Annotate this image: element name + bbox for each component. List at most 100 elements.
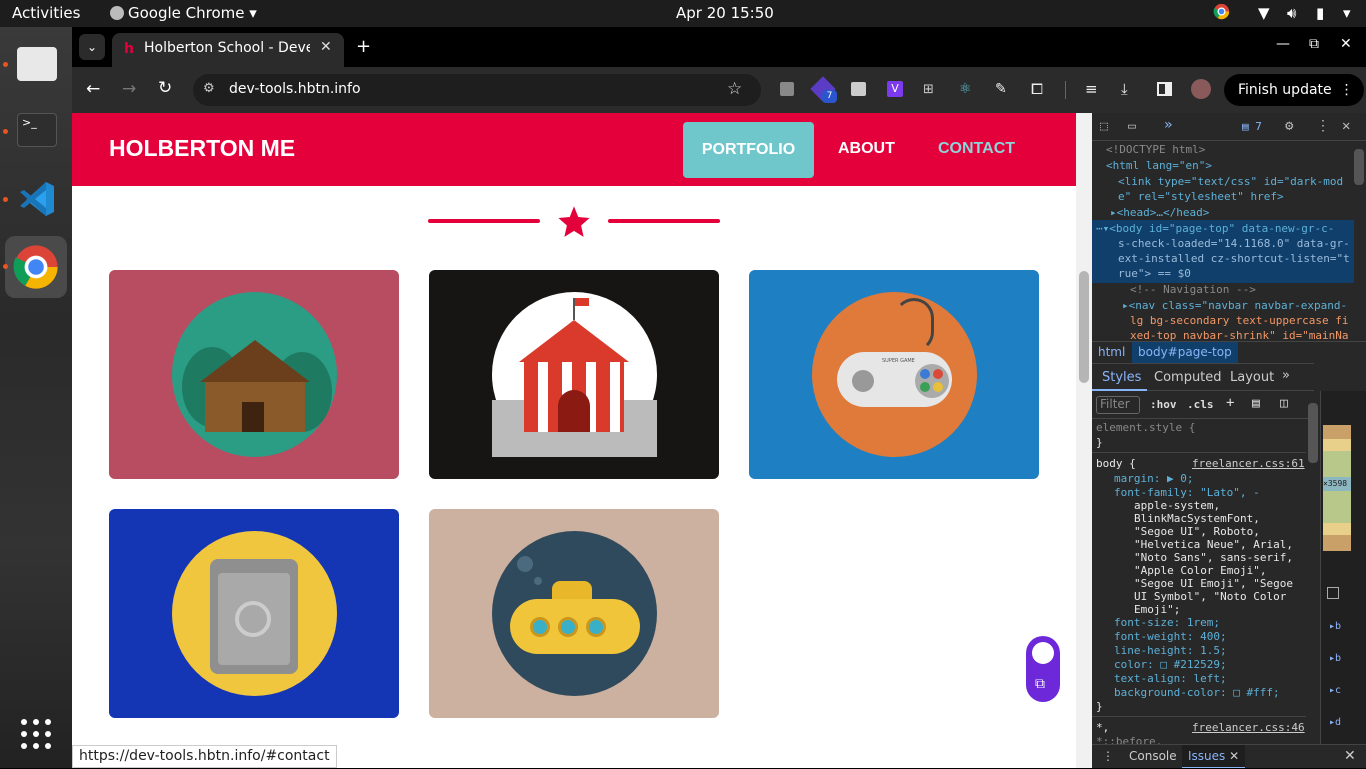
nav-about[interactable]: ABOUT bbox=[838, 140, 895, 158]
tab-search-button[interactable]: ⌄ bbox=[79, 34, 105, 60]
paint-icon[interactable]: ▤ bbox=[1252, 396, 1260, 411]
portfolio-item-safe[interactable] bbox=[109, 509, 399, 718]
volume-icon[interactable]: 🔊︎ bbox=[1287, 4, 1296, 22]
portfolio-item-controller[interactable]: SUPER GAME bbox=[749, 270, 1039, 479]
nav-portfolio[interactable]: PORTFOLIO bbox=[683, 122, 814, 178]
hov-toggle[interactable]: :hov bbox=[1150, 398, 1177, 411]
minimize-button[interactable]: — bbox=[1276, 36, 1290, 52]
address-bar[interactable]: ⚙ dev-tools.hbtn.info ☆ bbox=[193, 74, 761, 106]
eyedropper-icon[interactable]: ✎ bbox=[995, 81, 1007, 97]
settings-gear-icon[interactable]: ⚙ bbox=[1285, 118, 1293, 134]
tab-close-icon[interactable]: ✕ bbox=[320, 39, 332, 55]
tab-layout[interactable]: Layout bbox=[1230, 370, 1274, 385]
back-button[interactable]: ← bbox=[86, 79, 100, 99]
inspect-element-icon[interactable]: ⬚ bbox=[1100, 119, 1108, 134]
extension-v-icon[interactable]: V bbox=[887, 81, 903, 97]
maximize-button[interactable]: ⧉ bbox=[1309, 36, 1319, 52]
media-controls-icon[interactable]: ≡ bbox=[1085, 80, 1098, 98]
comment-node[interactable]: <!-- Navigation --> bbox=[1130, 283, 1256, 296]
close-drawer-icon[interactable]: ✕ bbox=[1344, 748, 1356, 764]
tab-holberton[interactable]: h Holberton School - Devel ✕ bbox=[112, 33, 344, 67]
decl-background-color[interactable]: background-color: □ #fff; bbox=[1114, 686, 1280, 699]
close-window-button[interactable]: ✕ bbox=[1340, 36, 1352, 52]
nav-node[interactable]: ▸<nav class="navbar navbar-expand- bbox=[1122, 299, 1347, 312]
crumb-body[interactable]: body#page-top bbox=[1132, 342, 1238, 364]
tab-styles[interactable]: Styles bbox=[1102, 370, 1141, 385]
decl-line-height[interactable]: line-height: 1.5; bbox=[1114, 644, 1227, 657]
chrome-tray-icon[interactable] bbox=[1213, 3, 1230, 24]
body-rule-selector[interactable]: body { bbox=[1096, 457, 1136, 470]
terminal-app-icon[interactable]: >_ bbox=[5, 99, 67, 161]
close-tab-icon[interactable]: ✕ bbox=[1229, 749, 1239, 763]
devtools-menu-icon[interactable]: ⋮ bbox=[1316, 118, 1330, 134]
show-apps-button[interactable] bbox=[5, 707, 67, 769]
computed-item[interactable]: ▸b bbox=[1329, 653, 1341, 664]
decl-font-family[interactable]: font-family: "Lato", - bbox=[1114, 486, 1260, 499]
site-info-icon[interactable]: ⚙ bbox=[203, 81, 215, 96]
decl-text-align[interactable]: text-align: left; bbox=[1114, 672, 1227, 685]
computed-item[interactable]: ▸c bbox=[1329, 685, 1341, 696]
new-tab-button[interactable]: + bbox=[356, 36, 371, 57]
page-scrollbar-thumb[interactable] bbox=[1079, 271, 1089, 383]
crumb-html[interactable]: html bbox=[1098, 345, 1125, 359]
source-link[interactable]: freelancer.css:46 bbox=[1192, 721, 1305, 734]
device-toolbar-icon[interactable]: ▭ bbox=[1128, 119, 1136, 134]
computed-item[interactable]: ▸b bbox=[1329, 621, 1341, 632]
more-panels-icon[interactable]: » bbox=[1164, 117, 1172, 133]
profile-avatar[interactable] bbox=[1191, 79, 1211, 99]
extension-icon[interactable]: ⊞ bbox=[923, 82, 934, 97]
side-panel-icon[interactable] bbox=[1157, 82, 1172, 96]
react-devtools-icon[interactable]: ⚛ bbox=[959, 81, 972, 97]
clock[interactable]: Apr 20 15:50 bbox=[676, 4, 774, 22]
cls-toggle[interactable]: .cls bbox=[1187, 398, 1214, 411]
forward-button[interactable]: → bbox=[122, 79, 136, 99]
link-node[interactable]: <link type="text/css" id="dark-mod bbox=[1118, 175, 1343, 188]
battery-icon[interactable]: ▮ bbox=[1316, 4, 1324, 22]
tab-computed[interactable]: Computed bbox=[1154, 370, 1222, 385]
assistant-chart-icon[interactable]: ⧉ bbox=[1035, 676, 1045, 692]
elements-scrollbar-thumb[interactable] bbox=[1354, 149, 1364, 185]
decl-font-weight[interactable]: font-weight: 400; bbox=[1114, 630, 1227, 643]
extensions-puzzle-icon[interactable]: ⧠ bbox=[1031, 80, 1043, 98]
new-rule-icon[interactable]: + bbox=[1226, 395, 1234, 411]
tab-console[interactable]: Console bbox=[1129, 749, 1177, 763]
nav-contact[interactable]: CONTACT bbox=[938, 140, 1015, 158]
finish-update-button[interactable]: Finish update ⋮ bbox=[1224, 74, 1364, 106]
reload-button[interactable]: ↻ bbox=[158, 78, 172, 98]
portfolio-item-submarine[interactable] bbox=[429, 509, 719, 718]
decl-color[interactable]: color: □ #212529; bbox=[1114, 658, 1227, 671]
html-node[interactable]: <html lang="en"> bbox=[1106, 159, 1212, 172]
head-node[interactable]: ▸<head>…</head> bbox=[1110, 206, 1209, 219]
extension-icon[interactable] bbox=[851, 82, 866, 96]
tab-issues[interactable]: Issues ✕ bbox=[1182, 745, 1246, 768]
extension-icon[interactable] bbox=[780, 82, 794, 96]
bookmark-star-icon[interactable]: ☆ bbox=[727, 79, 742, 99]
system-menu-icon[interactable]: ▾ bbox=[1343, 4, 1351, 22]
sidebar-toggle-icon[interactable]: ◫ bbox=[1280, 396, 1288, 411]
source-link[interactable]: freelancer.css:61 bbox=[1192, 457, 1305, 470]
url-text[interactable]: dev-tools.hbtn.info bbox=[229, 81, 361, 97]
downloads-icon[interactable]: ⤓ bbox=[1121, 80, 1128, 98]
element-style-rule[interactable]: element.style { bbox=[1096, 421, 1195, 434]
decl-margin[interactable]: margin: ▶ 0; bbox=[1114, 472, 1193, 485]
portfolio-item-cabin[interactable] bbox=[109, 270, 399, 479]
wifi-icon[interactable]: ▼ bbox=[1258, 4, 1270, 22]
page-scrollbar[interactable] bbox=[1076, 113, 1092, 768]
files-app-icon[interactable] bbox=[5, 32, 67, 94]
body-node[interactable]: ⋯▾<body id="page-top" data-new-gr-c- bbox=[1096, 222, 1334, 235]
chrome-app-icon[interactable] bbox=[5, 236, 67, 298]
computed-item[interactable]: ▸d bbox=[1329, 717, 1341, 728]
site-brand[interactable]: HOLBERTON ME bbox=[109, 135, 295, 162]
filter-input[interactable]: Filter bbox=[1096, 396, 1140, 414]
doctype-node[interactable]: <!DOCTYPE html> bbox=[1106, 143, 1205, 156]
issues-badge[interactable]: ▤ 7 bbox=[1242, 120, 1262, 133]
styles-scrollbar-thumb[interactable] bbox=[1308, 403, 1318, 463]
portfolio-item-circus[interactable] bbox=[429, 270, 719, 479]
close-devtools-icon[interactable]: ✕ bbox=[1342, 118, 1350, 134]
drawer-menu-icon[interactable]: ⋮ bbox=[1102, 749, 1114, 763]
vscode-app-icon[interactable] bbox=[5, 167, 67, 229]
show-all-checkbox[interactable] bbox=[1327, 587, 1339, 599]
decl-font-size[interactable]: font-size: 1rem; bbox=[1114, 616, 1220, 629]
floating-assistant-widget[interactable]: ⧉ bbox=[1026, 636, 1060, 702]
app-menu[interactable]: Google Chrome ▾ bbox=[110, 4, 257, 22]
